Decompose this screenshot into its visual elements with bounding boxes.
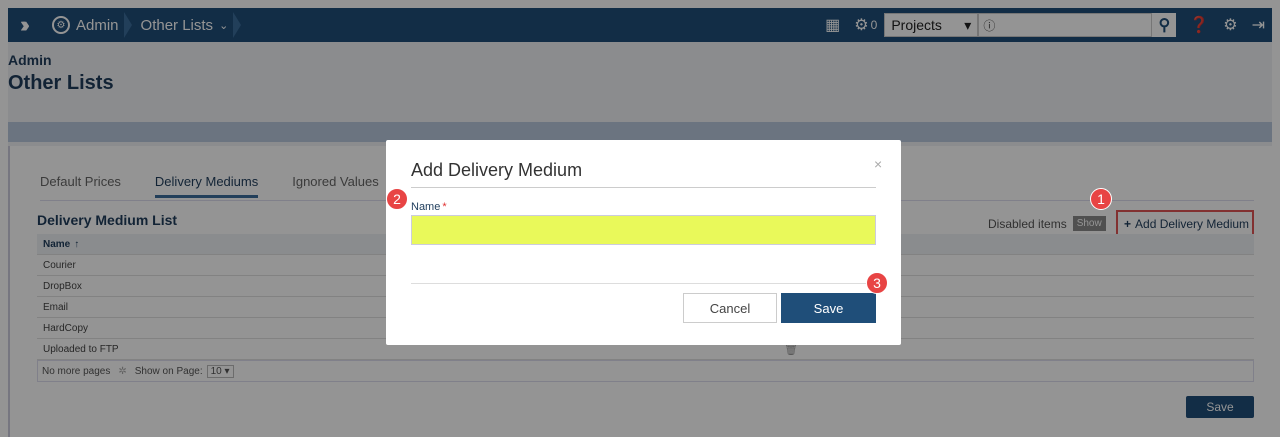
close-icon[interactable]: × xyxy=(874,156,882,172)
name-label-text: Name xyxy=(411,201,441,213)
dialog-footer-divider xyxy=(411,283,876,284)
cancel-button[interactable]: Cancel xyxy=(683,293,777,323)
add-delivery-medium-dialog: Add Delivery Medium × Name * Cancel Save xyxy=(386,140,901,345)
callout-1: 1 xyxy=(1090,188,1112,210)
name-input[interactable] xyxy=(411,215,876,245)
dialog-title-divider xyxy=(411,187,876,188)
save-button[interactable]: Save xyxy=(781,293,876,323)
callout-3: 3 xyxy=(866,272,888,294)
callout-2: 2 xyxy=(386,188,408,210)
dialog-title: Add Delivery Medium xyxy=(411,160,583,180)
required-mark: * xyxy=(442,201,447,213)
name-field-label: Name * xyxy=(411,201,447,213)
